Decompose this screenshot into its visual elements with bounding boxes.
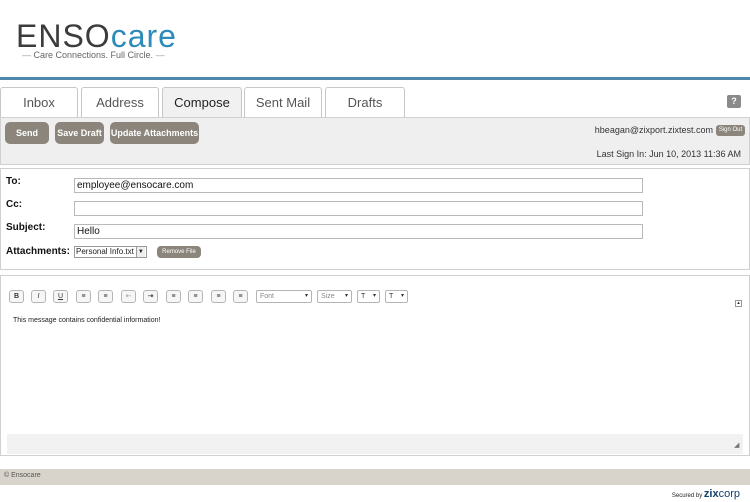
ordered-list-icon[interactable]: ≡	[76, 290, 91, 303]
send-button[interactable]: Send	[5, 122, 49, 144]
message-body[interactable]: This message contains confidential infor…	[7, 308, 743, 434]
last-sign-in: Last Sign In: Jun 10, 2013 11:36 AM	[596, 149, 741, 159]
align-left-icon[interactable]: ≡	[166, 290, 181, 303]
to-label: To:	[6, 176, 21, 187]
italic-button[interactable]: I	[31, 290, 46, 303]
highlight-color-select[interactable]: T ▾	[385, 290, 408, 303]
attachments-label: Attachments:	[6, 246, 70, 257]
cc-field[interactable]	[74, 201, 643, 216]
subject-label: Subject:	[6, 222, 46, 233]
font-select[interactable]: Font ▾	[256, 290, 312, 303]
logo-wordmark: ENSOcare	[16, 20, 216, 52]
size-select-label: Size	[321, 293, 335, 300]
align-center-icon[interactable]: ≡	[188, 290, 203, 303]
tab-inbox[interactable]: Inbox	[0, 87, 78, 119]
address-panel: To: Cc: Subject: Attachments: Personal I…	[0, 168, 750, 270]
secured-by-text: Secured by	[671, 493, 703, 499]
help-button[interactable]: ?	[727, 95, 741, 108]
remove-file-button[interactable]: Remove File	[157, 246, 201, 258]
ensocare-logo: ENSOcare — Care Connections. Full Circle…	[16, 20, 216, 64]
cc-label: Cc:	[6, 199, 23, 210]
to-field[interactable]	[74, 178, 643, 193]
underline-button[interactable]: U	[53, 290, 68, 303]
size-select[interactable]: Size ▾	[317, 290, 352, 303]
logo-care-text: care	[110, 18, 177, 54]
tab-sent-mail[interactable]: Sent Mail	[244, 87, 322, 119]
chevron-down-icon: ▾	[372, 293, 376, 299]
tab-compose[interactable]: Compose	[162, 87, 242, 119]
chevron-down-icon: ▾	[400, 293, 404, 299]
text-color-select[interactable]: T ▾	[357, 290, 380, 303]
bold-button[interactable]: B	[9, 290, 24, 303]
corp-logo-text: corp	[718, 488, 740, 500]
editor-toolbar: B I U ≡ ≡ ⇤ ⇥ ≡ ≡ ≡ ≡ Font ▾ Size ▾ T ▾ T ▾	[1, 288, 749, 304]
sign-out-button[interactable]: Sign Out	[716, 125, 745, 136]
tab-address[interactable]: Address	[81, 87, 159, 119]
logo-tagline: — Care Connections. Full Circle. —	[22, 50, 165, 60]
tab-drafts[interactable]: Drafts	[325, 87, 405, 119]
unordered-list-icon[interactable]: ≡	[98, 290, 113, 303]
indent-icon[interactable]: ⇥	[143, 290, 158, 303]
highlight-color-icon: T	[389, 293, 394, 300]
user-email: hbeagan@zixport.zixtest.com	[594, 125, 713, 135]
header-divider	[0, 77, 750, 80]
message-editor: B I U ≡ ≡ ⇤ ⇥ ≡ ≡ ≡ ≡ Font ▾ Size ▾ T ▾ T ▾ …	[0, 275, 750, 456]
chevron-down-icon: ▾	[304, 293, 308, 299]
zix-logo-text: zix	[703, 488, 719, 500]
chevron-down-icon: ▾	[344, 293, 348, 299]
compose-page: ENSOcare — Care Connections. Full Circle…	[0, 0, 750, 502]
collapse-toolbar-icon[interactable]: ▴	[735, 300, 742, 307]
compose-toolbar: Send Save Draft Update Attachments hbeag…	[0, 117, 750, 165]
justify-icon[interactable]: ≡	[233, 290, 248, 303]
align-right-icon[interactable]: ≡	[211, 290, 226, 303]
subject-field[interactable]	[74, 224, 643, 239]
attachment-selected-text: Personal Info.txt	[76, 247, 134, 256]
update-attachments-button[interactable]: Update Attachments	[110, 122, 199, 144]
tagline-text: Care Connections. Full Circle.	[33, 50, 154, 60]
editor-status-bar	[7, 434, 743, 454]
secured-by-zixcorp: Secured by zixcorp	[672, 488, 740, 500]
copyright-text: © Ensocare	[4, 472, 41, 479]
resize-handle-icon[interactable]: ◢	[734, 442, 742, 450]
footer-bar: © Ensocare	[0, 469, 750, 485]
save-draft-button[interactable]: Save Draft	[55, 122, 104, 144]
chevron-down-icon: ▼	[135, 247, 145, 257]
outdent-icon[interactable]: ⇤	[121, 290, 136, 303]
text-color-icon: T	[361, 293, 366, 300]
attachment-select[interactable]: Personal Info.txt ▼	[74, 246, 147, 258]
logo-enso-text: ENSO	[16, 18, 111, 54]
font-select-label: Font	[260, 293, 275, 300]
